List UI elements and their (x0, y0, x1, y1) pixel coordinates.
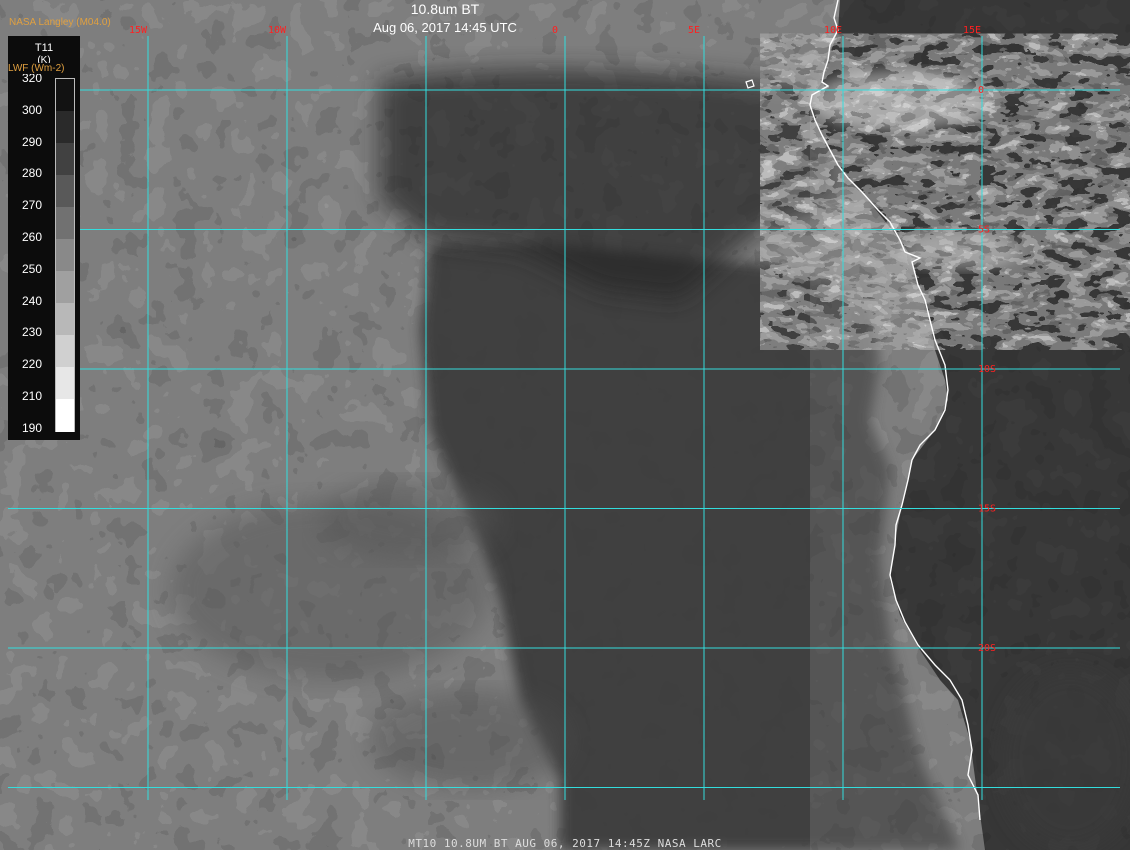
legend-tick-label: 300 (22, 102, 43, 117)
cloud-streak-2 (900, 230, 1020, 270)
legend-tick-label: 260 (22, 230, 43, 244)
legend-swatch (56, 303, 74, 336)
satellite-image-view: 15W 10W 0 5E 10E 15E 0 5S 10S 15S 20S 10.8um BT Au… (0, 0, 1130, 850)
legend-swatch (56, 143, 74, 176)
legend-tick-label: 210 (22, 389, 43, 403)
latitude-label: 15S (978, 504, 996, 515)
legend-tick-label: 230 (22, 325, 43, 340)
latitude-label: 0 (978, 85, 984, 96)
legend-swatch (56, 239, 74, 272)
cloud-patch-s (370, 690, 570, 790)
legend-swatch (56, 399, 74, 432)
latitude-label: 5S (978, 225, 990, 236)
legend-tick-label: 190 (22, 420, 43, 435)
legend-swatch (56, 335, 74, 368)
latitude-label: 20S (978, 643, 996, 654)
legend-tick-label: 250 (22, 261, 43, 276)
cloud-patch-w (320, 480, 500, 560)
legend-tick-label: 290 (22, 134, 43, 149)
latitude-label: 10S (978, 364, 996, 375)
footer-caption: MT10 10.8UM BT AUG 06, 2017 14:45Z NASA … (408, 837, 722, 850)
provider-label: NASA Langley (M04.0) (9, 17, 111, 28)
legend-swatch (56, 367, 74, 400)
legend-sub-label: LWF (Wm-2) (8, 63, 65, 74)
legend-swatch (56, 175, 74, 208)
longitude-label: 15E (963, 25, 981, 36)
legend-swatch (56, 79, 74, 112)
legend-swatch (56, 207, 74, 240)
legend-swatch (56, 271, 74, 304)
legend-swatch (56, 111, 74, 144)
legend-tick-label: 240 (22, 293, 43, 308)
satellite-map[interactable]: 15W 10W 0 5E 10E 15E05S10S15S20S (0, 0, 1130, 850)
product-title: 10.8um BT (410, 1, 480, 17)
observation-datetime: Aug 06, 2017 14:45 UTC (373, 20, 517, 35)
legend-variable: T11 (34, 42, 54, 54)
legend-tick-label: 220 (22, 357, 43, 372)
temperature-colorbar: T11 (K) 320 300 290 280 270 260 250 240 230 220 21… (8, 36, 80, 440)
legend-color-ramp (55, 78, 75, 432)
cloud-streak-1 (810, 70, 990, 130)
legend-tick-label: 270 (22, 198, 43, 213)
legend-tick-label: 280 (22, 166, 43, 181)
